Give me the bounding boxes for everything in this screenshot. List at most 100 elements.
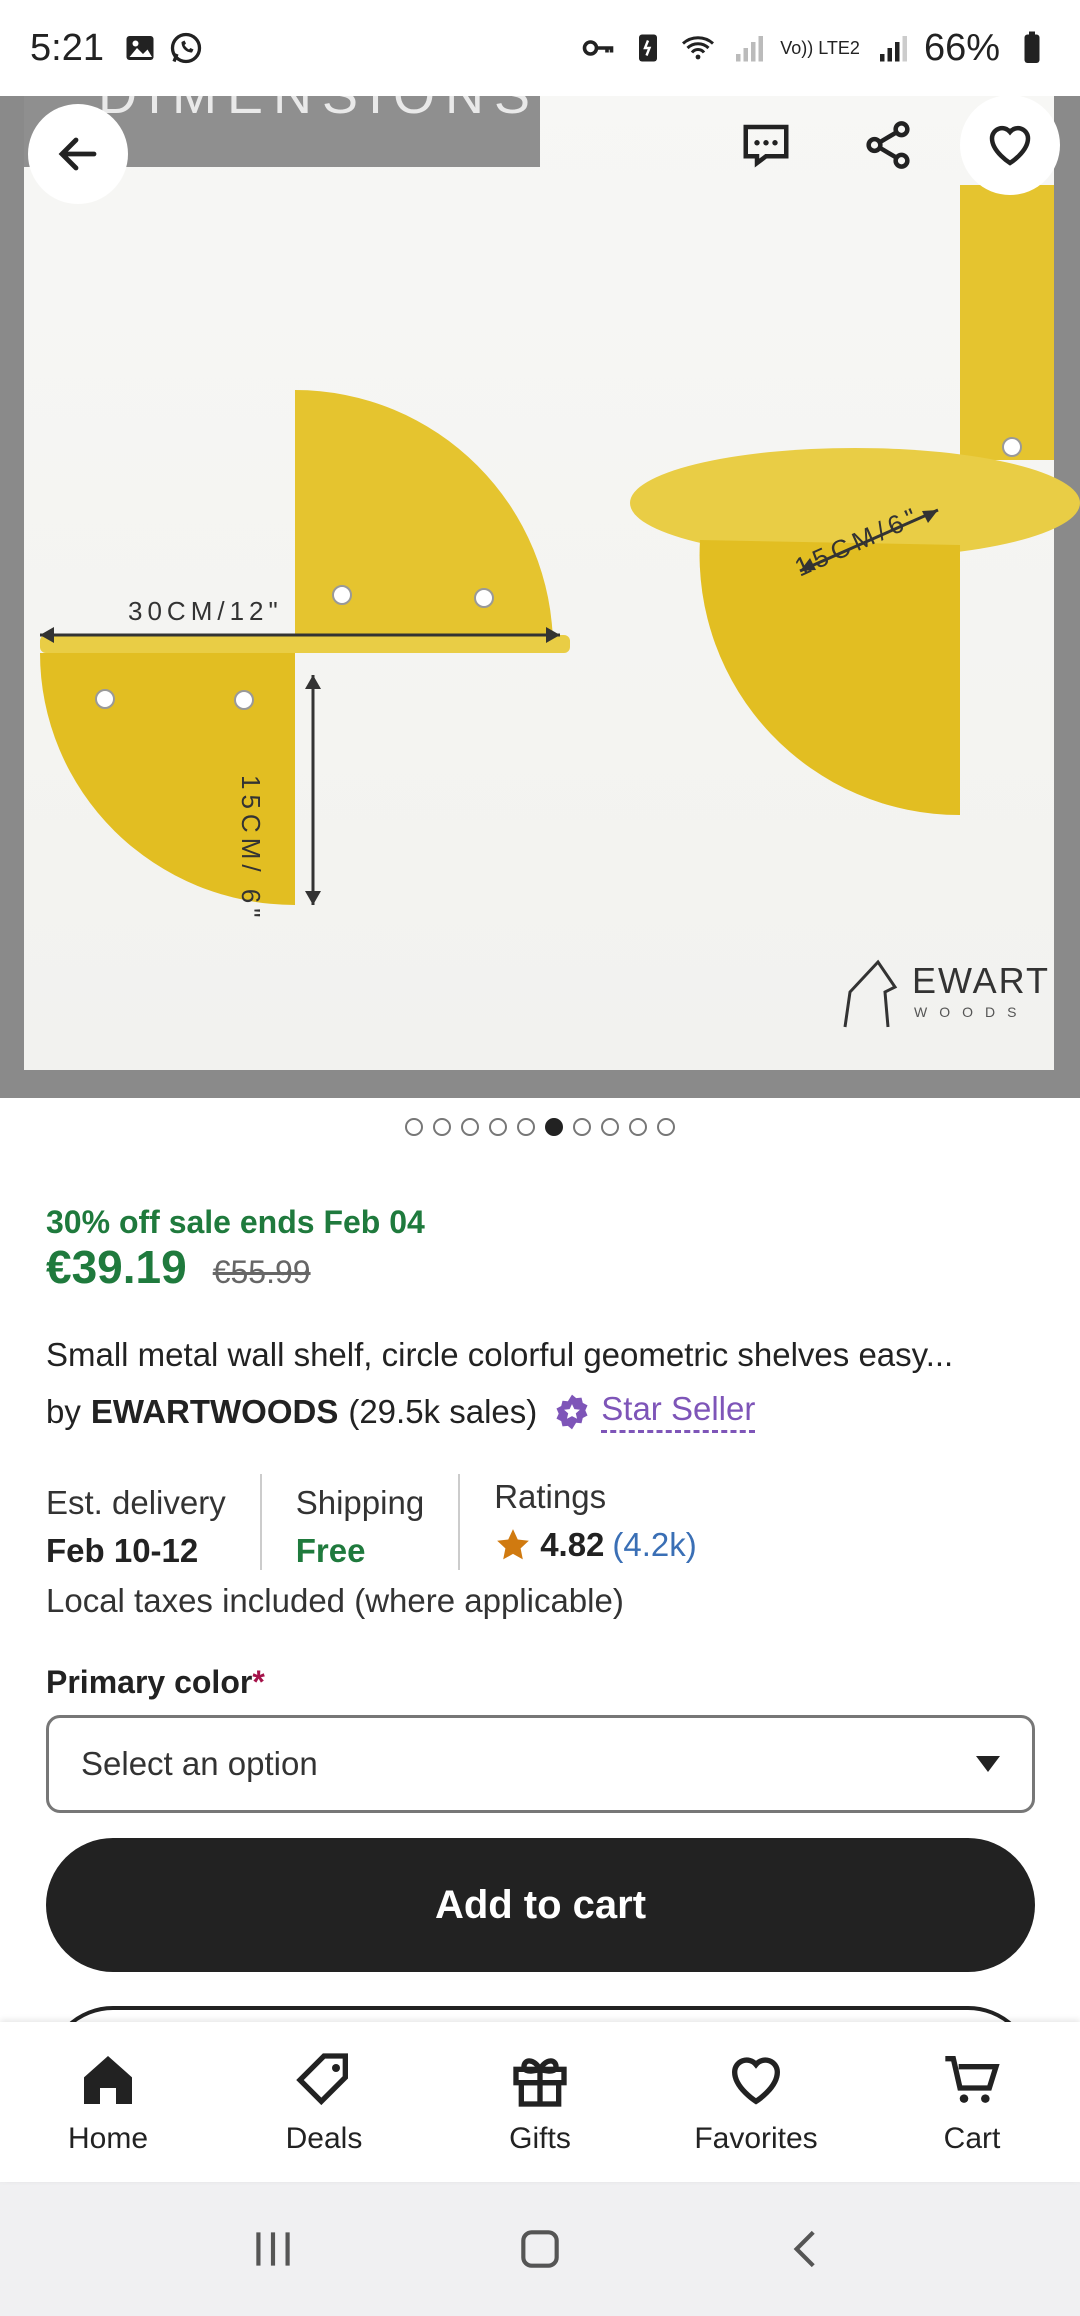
carousel-dot[interactable] — [461, 1118, 479, 1136]
delivery-value: Feb 10-12 — [46, 1532, 199, 1569]
carousel-dot[interactable] — [657, 1118, 675, 1136]
battery-percent: 66% — [923, 26, 1000, 69]
shelf-top-edge — [40, 635, 570, 653]
chat-icon — [743, 124, 789, 168]
carousel-dot[interactable] — [433, 1118, 451, 1136]
select-value: Select an option — [81, 1745, 318, 1782]
carousel-dot[interactable] — [489, 1118, 507, 1136]
primary-color-text: Primary color — [46, 1664, 253, 1700]
nav-favorites[interactable]: Favorites — [648, 2022, 864, 2182]
star-seller-link[interactable]: Star Seller — [601, 1390, 756, 1433]
signal-icon — [736, 36, 764, 62]
delivery-col: Est. delivery Feb 10-12 — [46, 1474, 262, 1570]
carousel-dot[interactable] — [545, 1118, 563, 1136]
rating-value-row: 4.82 (4.2k) — [494, 1526, 697, 1564]
ratings-col[interactable]: Ratings 4.82 (4.2k) — [494, 1474, 731, 1570]
network-label: Vo)) LTE2 — [780, 38, 860, 58]
ratings-label: Ratings — [494, 1478, 607, 1515]
carousel-dot[interactable] — [405, 1118, 423, 1136]
right-shelf-back — [960, 185, 1054, 460]
nav-label: Favorites — [694, 2122, 818, 2155]
screw — [474, 588, 494, 608]
height-label: 15CM/ 6" — [236, 775, 266, 923]
product-image[interactable]: DIMENSIONS 30CM/12" 15CM/ 6" 15CM/6" EWA… — [0, 75, 1080, 1098]
taxes-note: Local taxes included (where applicable) — [46, 1582, 624, 1619]
primary-color-select[interactable]: Select an option — [46, 1715, 1035, 1813]
home-icon — [84, 2056, 132, 2104]
shelf-illustration — [40, 185, 1080, 905]
delivery-info: Est. delivery Feb 10-12 Shipping Free Ra… — [46, 1474, 765, 1570]
screw — [332, 585, 352, 605]
bottom-nav: Home Deals Gifts Favorites Cart — [0, 2022, 1080, 2182]
star-seller-badge-icon — [556, 1394, 588, 1429]
required-mark: * — [252, 1664, 265, 1700]
shipping-value: Free — [295, 1532, 366, 1569]
add-to-cart-button[interactable]: Add to cart — [46, 1838, 1035, 1972]
nav-home[interactable]: Home — [0, 2022, 216, 2182]
gift-icon — [513, 2058, 567, 2107]
recent-apps-icon[interactable] — [248, 2224, 298, 2274]
wifi-icon — [682, 36, 715, 60]
tag-icon — [296, 2053, 348, 2106]
whatsapp-icon — [170, 32, 202, 64]
nav-label: Cart — [943, 2122, 1001, 2155]
heart-icon — [731, 2057, 781, 2105]
brand-sub: WOODS — [914, 1004, 1029, 1020]
gallery-icon — [126, 36, 154, 60]
system-nav-bar — [0, 2182, 1080, 2316]
home-system-icon[interactable] — [515, 2224, 565, 2274]
screw — [1002, 437, 1022, 457]
screw — [95, 689, 115, 709]
carousel-dot[interactable] — [517, 1118, 535, 1136]
shop-name[interactable]: EWARTWOODS — [91, 1393, 338, 1431]
brand-name: EWART — [912, 960, 1051, 1001]
status-time: 5:21 — [30, 26, 104, 69]
nav-label: Deals — [285, 2122, 363, 2155]
share-icon — [866, 121, 910, 169]
width-label: 30CM/12" — [128, 596, 283, 626]
nav-cart[interactable]: Cart — [864, 2022, 1080, 2182]
back-button[interactable] — [28, 104, 128, 204]
share-button[interactable] — [838, 95, 938, 195]
image-actions — [716, 95, 1080, 195]
original-price: €55.99 — [212, 1254, 311, 1290]
horse-logo-icon — [843, 959, 898, 1028]
delivery-label: Est. delivery — [46, 1484, 226, 1521]
rating-value: 4.82 — [540, 1526, 605, 1563]
shipping-label: Shipping — [295, 1484, 425, 1521]
sale-price: €39.19 — [46, 1241, 187, 1293]
brand-logo: EWART WOODS — [840, 952, 1050, 1032]
heart-icon — [989, 125, 1031, 166]
nav-label: Gifts — [509, 2122, 571, 2155]
shop-sales: (29.5k sales) — [348, 1392, 538, 1430]
screw — [234, 690, 254, 710]
signal-icon-2 — [879, 36, 907, 62]
favorite-button[interactable] — [960, 95, 1060, 195]
nav-deals[interactable]: Deals — [216, 2022, 432, 2182]
shelf-upper-plate — [295, 390, 553, 648]
back-system-icon[interactable] — [782, 2224, 832, 2274]
rating-count: (4.2k) — [612, 1526, 697, 1563]
dropdown-caret-icon — [976, 1756, 1000, 1772]
star-icon — [497, 1529, 530, 1560]
cart-icon — [945, 2056, 1000, 2103]
shipping-col: Shipping Free — [295, 1474, 461, 1570]
carousel-dot[interactable] — [629, 1118, 647, 1136]
key-icon — [582, 40, 614, 56]
arrow-left-icon — [58, 137, 97, 171]
seller-row: by EWARTWOODS (29.5k sales) Star Seller — [46, 1390, 756, 1433]
battery-icon — [1024, 31, 1040, 63]
message-button[interactable] — [716, 95, 816, 195]
primary-color-label: Primary color* — [46, 1664, 265, 1701]
right-shelf-lower — [699, 540, 960, 816]
product-title[interactable]: Small metal wall shelf, circle colorful … — [46, 1336, 1036, 1374]
battery-saver-icon — [639, 34, 658, 62]
nav-gifts[interactable]: Gifts — [432, 2022, 648, 2182]
by-label: by — [46, 1392, 81, 1430]
status-bar: 5:21 Vo)) LTE2 66% — [0, 0, 1080, 96]
carousel-dots — [0, 1118, 1080, 1136]
price-row: €39.19 €55.99 — [46, 1240, 311, 1294]
carousel-dot[interactable] — [573, 1118, 591, 1136]
carousel-dot[interactable] — [601, 1118, 619, 1136]
nav-label: Home — [67, 2122, 149, 2155]
